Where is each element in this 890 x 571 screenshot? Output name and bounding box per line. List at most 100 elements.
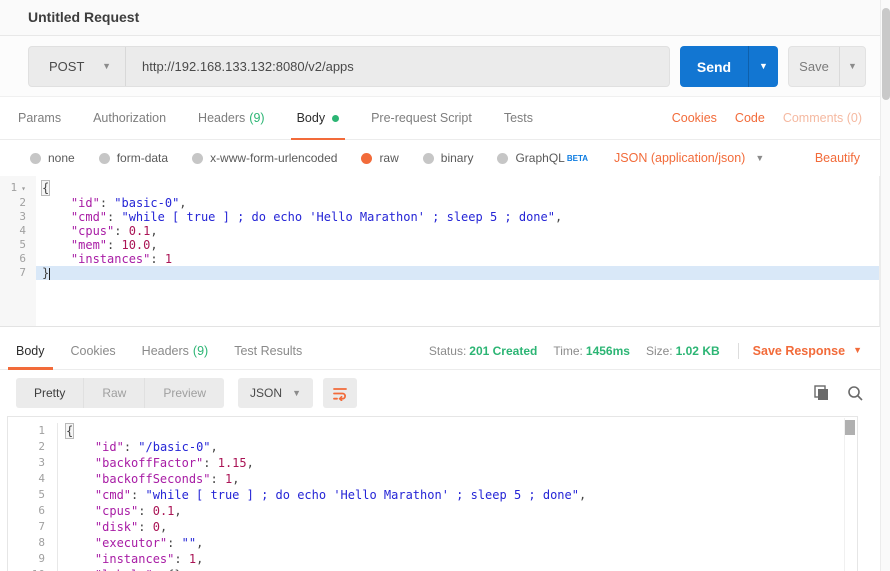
code-line: 1▾{ <box>0 181 879 196</box>
view-pretty-button[interactable]: Pretty <box>16 378 83 408</box>
url-input[interactable]: http://192.168.133.132:8080/v2/apps <box>126 47 669 86</box>
scrollbar-thumb[interactable] <box>882 8 890 100</box>
fold-caret-icon[interactable]: ▾ <box>21 184 26 193</box>
line-number: 7 <box>0 266 36 280</box>
line-number: 10 <box>8 567 58 571</box>
send-options-button[interactable]: ▼ <box>748 46 778 87</box>
beautify-link[interactable]: Beautify <box>815 151 860 165</box>
radio-label: x-www-form-urlencoded <box>210 151 337 165</box>
response-tab-test-results[interactable]: Test Results <box>234 332 302 369</box>
chevron-down-icon: ▼ <box>292 389 301 398</box>
response-tab-headers[interactable]: Headers (9) <box>142 332 209 369</box>
response-tabs: Body Cookies Headers (9) Test Results St… <box>0 332 880 370</box>
code-text: "backoffSeconds": 1, <box>58 471 857 487</box>
wrap-text-icon <box>332 385 348 401</box>
view-raw-button[interactable]: Raw <box>83 378 144 408</box>
comments-link[interactable]: Comments (0) <box>783 97 862 139</box>
copy-response-button[interactable] <box>812 384 830 402</box>
request-bar: POST ▼ http://192.168.133.132:8080/v2/ap… <box>0 36 890 97</box>
tab-label: Params <box>18 111 61 125</box>
body-type-form-data[interactable]: form-data <box>99 151 168 165</box>
code-text: } <box>36 266 879 280</box>
size-badge: Size:1.02 KB <box>646 344 720 358</box>
response-tab-cookies[interactable]: Cookies <box>71 332 116 369</box>
content-type-select[interactable]: JSON (application/json) ▼ <box>614 151 764 165</box>
cookies-label: Cookies <box>672 111 717 125</box>
view-label: Raw <box>102 386 126 400</box>
line-number: 2 <box>0 196 36 210</box>
body-type-binary[interactable]: binary <box>423 151 474 165</box>
request-title: Untitled Request <box>28 9 139 25</box>
tab-label: Authorization <box>93 111 166 125</box>
body-type-graphql[interactable]: GraphQL BETA <box>497 151 588 165</box>
code-line: 4 "backoffSeconds": 1, <box>8 471 857 487</box>
size-label: Size: <box>646 344 673 358</box>
code-text: "executor": "", <box>58 535 857 551</box>
code-line: 5 "cmd": "while [ true ] ; do echo 'Hell… <box>8 487 857 503</box>
body-type-x-www-form-urlencoded[interactable]: x-www-form-urlencoded <box>192 151 337 165</box>
code-text: { <box>58 423 857 439</box>
tab-body[interactable]: Body <box>295 97 342 139</box>
tab-label: Tests <box>504 111 533 125</box>
code-line: 3 "cmd": "while [ true ] ; do echo 'Hell… <box>0 210 879 224</box>
save-button[interactable]: Save <box>789 47 839 86</box>
response-tab-body[interactable]: Body <box>16 332 45 369</box>
code-text: "labels": {}, <box>58 567 857 571</box>
beautify-label: Beautify <box>815 151 860 165</box>
radio-icon <box>423 153 434 164</box>
tab-label: Headers <box>198 111 245 125</box>
radio-icon <box>497 153 508 164</box>
line-number: 3 <box>8 455 58 471</box>
radio-label: form-data <box>117 151 168 165</box>
radio-selected-icon <box>361 153 372 164</box>
response-body-editor[interactable]: 1{2 "id": "/basic-0",3 "backoffFactor": … <box>7 416 858 571</box>
wrap-text-button[interactable] <box>323 378 357 408</box>
response-scrollbar[interactable] <box>844 418 856 571</box>
tab-pre-request-script[interactable]: Pre-request Script <box>369 97 474 139</box>
status-badge: Status:201 Created <box>429 344 537 358</box>
body-modified-dot <box>332 115 339 122</box>
body-type-raw[interactable]: raw <box>361 151 398 165</box>
save-response-button[interactable]: Save Response ▼ <box>753 344 862 358</box>
line-number: 6 <box>8 503 58 519</box>
save-label: Save <box>799 59 829 74</box>
code-link[interactable]: Code <box>735 97 765 139</box>
tab-headers[interactable]: Headers (9) <box>196 97 267 139</box>
tab-label: Body <box>16 344 45 358</box>
cookies-link[interactable]: Cookies <box>672 97 717 139</box>
code-text: "id": "basic-0", <box>36 196 879 210</box>
chevron-down-icon: ▼ <box>755 154 764 163</box>
method-select[interactable]: POST ▼ <box>29 47 125 86</box>
tab-tests[interactable]: Tests <box>502 97 535 139</box>
body-type-bar: none form-data x-www-form-urlencoded raw… <box>0 140 880 176</box>
code-text: "id": "/basic-0", <box>58 439 857 455</box>
code-line: 4 "cpus": 0.1, <box>0 224 879 238</box>
view-mode-segmented: Pretty Raw Preview <box>16 378 224 408</box>
request-body-editor[interactable]: 1▾{2 "id": "basic-0",3 "cmd": "while [ t… <box>0 176 880 327</box>
response-format-select[interactable]: JSON ▼ <box>238 378 313 408</box>
send-label: Send <box>697 59 731 75</box>
view-preview-button[interactable]: Preview <box>144 378 224 408</box>
time-label: Time: <box>553 344 583 358</box>
body-type-none[interactable]: none <box>30 151 75 165</box>
code-line: 10 "labels": {}, <box>8 567 857 571</box>
search-response-button[interactable] <box>846 384 864 402</box>
tab-params[interactable]: Params <box>16 97 63 139</box>
page-scrollbar[interactable] <box>880 0 890 571</box>
time-value: 1456ms <box>586 344 630 358</box>
method-label: POST <box>49 59 84 74</box>
code-line: 8 "executor": "", <box>8 535 857 551</box>
tab-label: Test Results <box>234 344 302 358</box>
code-line: 7} <box>0 266 879 280</box>
save-options-button[interactable]: ▼ <box>839 47 865 86</box>
beta-badge: BETA <box>567 154 588 163</box>
send-button[interactable]: Send <box>680 46 748 87</box>
code-text: "instances": 1, <box>58 551 857 567</box>
radio-icon <box>30 153 41 164</box>
size-value: 1.02 KB <box>676 344 720 358</box>
code-text: "backoffFactor": 1.15, <box>58 455 857 471</box>
save-response-label: Save Response <box>753 344 845 358</box>
view-label: Preview <box>163 386 206 400</box>
tab-authorization[interactable]: Authorization <box>91 97 168 139</box>
scrollbar-thumb[interactable] <box>845 420 855 435</box>
